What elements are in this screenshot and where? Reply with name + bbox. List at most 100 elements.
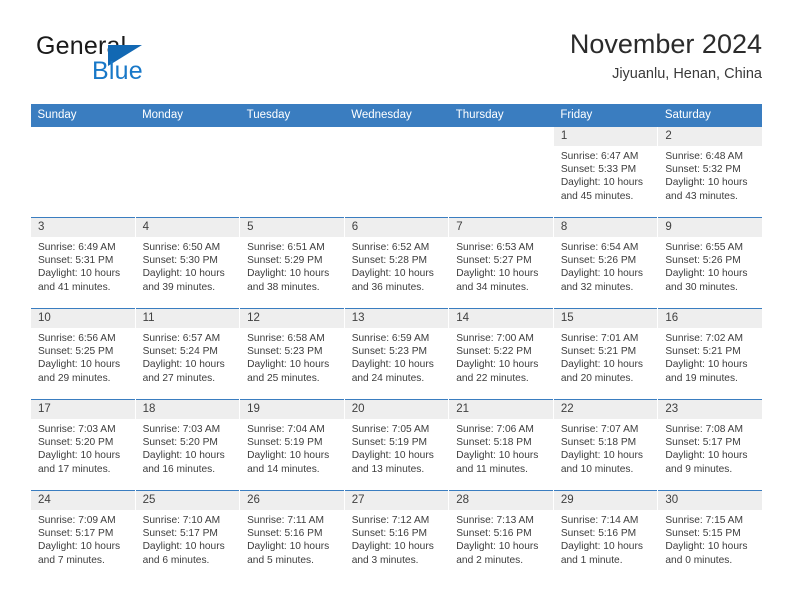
calendar-cell-day-9[interactable]: 9 Sunrise: 6:55 AM Sunset: 5:26 PM Daylight…: [657, 217, 763, 309]
day-details: Sunrise: 6:53 AM Sunset: 5:27 PM Daylight:…: [449, 237, 553, 294]
sunrise-text: Sunrise: 7:13 AM: [456, 515, 534, 526]
calendar-cell-day-12[interactable]: 12 Sunrise: 6:58 AM Sunset: 5:23 PM Dayligh…: [239, 308, 345, 400]
daylight-text: Daylight: 10 hours and 9 minutes.: [665, 450, 748, 475]
calendar-cell-day-3[interactable]: 3 Sunrise: 6:49 AM Sunset: 5:31 PM Daylight…: [30, 217, 136, 309]
day-number: 30: [658, 491, 763, 510]
day-details: Sunrise: 6:48 AM Sunset: 5:32 PM Daylight:…: [658, 146, 762, 203]
calendar-cell-day-11[interactable]: 11 Sunrise: 6:57 AM Sunset: 5:24 PM Dayligh…: [134, 308, 240, 400]
day-details: Sunrise: 7:06 AM Sunset: 5:18 PM Daylight:…: [449, 419, 553, 476]
calendar-cell-day-29[interactable]: 29 Sunrise: 7:14 AM Sunset: 5:16 PM Dayligh…: [552, 490, 658, 581]
day-details: Sunrise: 7:11 AM Sunset: 5:16 PM Daylight:…: [240, 510, 344, 567]
calendar-cell-day-24[interactable]: 24 Sunrise: 7:09 AM Sunset: 5:17 PM Dayligh…: [30, 490, 136, 581]
calendar-cell-day-17[interactable]: 17 Sunrise: 7:03 AM Sunset: 5:20 PM Dayligh…: [30, 399, 136, 491]
calendar-cell-day-4[interactable]: 4 Sunrise: 6:50 AM Sunset: 5:30 PM Daylight…: [134, 217, 240, 309]
day-details: Sunrise: 7:14 AM Sunset: 5:16 PM Daylight:…: [554, 510, 658, 567]
day-number: 20: [344, 400, 449, 419]
day-number: 9: [658, 218, 763, 237]
calendar-cell-day-14[interactable]: 14 Sunrise: 7:00 AM Sunset: 5:22 PM Dayligh…: [448, 308, 554, 400]
sunset-text: Sunset: 5:28 PM: [351, 255, 428, 267]
day-details: Sunrise: 6:59 AM Sunset: 5:23 PM Daylight:…: [345, 328, 449, 385]
calendar-cell-day-18[interactable]: 18 Sunrise: 7:03 AM Sunset: 5:20 PM Dayligh…: [134, 399, 240, 491]
sunrise-text: Sunrise: 6:58 AM: [247, 333, 325, 344]
general-blue-logo[interactable]: General Blue: [30, 32, 260, 90]
daylight-text: Daylight: 10 hours and 41 minutes.: [38, 268, 121, 293]
day-number: 10: [31, 309, 135, 328]
day-details: Sunrise: 6:47 AM Sunset: 5:33 PM Daylight:…: [554, 146, 658, 203]
calendar-cell-day-21[interactable]: 21 Sunrise: 7:06 AM Sunset: 5:18 PM Dayligh…: [448, 399, 554, 491]
day-details: Sunrise: 6:58 AM Sunset: 5:23 PM Daylight:…: [240, 328, 344, 385]
sunrise-text: Sunrise: 7:01 AM: [560, 333, 639, 344]
sunset-text: Sunset: 5:29 PM: [247, 255, 323, 267]
calendar-cell-day-27[interactable]: 27 Sunrise: 7:12 AM Sunset: 5:16 PM Dayligh…: [343, 490, 449, 581]
calendar-cell-day-20[interactable]: 20 Sunrise: 7:05 AM Sunset: 5:19 PM Dayligh…: [343, 399, 449, 491]
sunrise-text: Sunrise: 6:48 AM: [665, 151, 743, 162]
day-details: Sunrise: 6:54 AM Sunset: 5:26 PM Daylight:…: [554, 237, 658, 294]
calendar-cell-day-1[interactable]: 1 Sunrise: 6:47 AM Sunset: 5:33 PM Daylight…: [552, 126, 658, 218]
weekday-header-friday: Friday: [553, 104, 658, 127]
sunrise-text: Sunrise: 7:06 AM: [456, 424, 534, 435]
sunset-text: Sunset: 5:19 PM: [351, 437, 428, 449]
calendar-cell-day-16[interactable]: 16 Sunrise: 7:02 AM Sunset: 5:21 PM Dayligh…: [657, 308, 763, 400]
daylight-text: Daylight: 10 hours and 45 minutes.: [560, 177, 643, 202]
calendar-cell-day-23[interactable]: 23 Sunrise: 7:08 AM Sunset: 5:17 PM Dayligh…: [657, 399, 763, 491]
day-number: 1: [553, 127, 658, 146]
day-details: Sunrise: 7:13 AM Sunset: 5:16 PM Daylight:…: [449, 510, 553, 567]
calendar-cell-day-22[interactable]: 22 Sunrise: 7:07 AM Sunset: 5:18 PM Dayligh…: [552, 399, 658, 491]
weekday-header-sunday: Sunday: [30, 104, 136, 127]
sunset-text: Sunset: 5:22 PM: [456, 346, 532, 358]
week-row: 17 Sunrise: 7:03 AM Sunset: 5:20 PM Dayligh…: [30, 399, 763, 491]
day-number: 14: [449, 309, 553, 328]
calendar-cell-day-26[interactable]: 26 Sunrise: 7:11 AM Sunset: 5:16 PM Dayligh…: [239, 490, 345, 581]
day-details: Sunrise: 7:04 AM Sunset: 5:19 PM Daylight:…: [240, 419, 344, 476]
calendar-cell-day-7[interactable]: 7 Sunrise: 6:53 AM Sunset: 5:27 PM Daylight…: [448, 217, 554, 309]
sunset-text: Sunset: 5:15 PM: [665, 528, 741, 540]
weekday-header-monday: Monday: [135, 104, 240, 127]
sunrise-text: Sunrise: 6:57 AM: [142, 333, 221, 344]
calendar-cell-day-10[interactable]: 10 Sunrise: 6:56 AM Sunset: 5:25 PM Dayligh…: [30, 308, 136, 400]
sunrise-text: Sunrise: 6:50 AM: [142, 242, 221, 253]
calendar-table: Sunday Monday Tuesday Wednesday Thursday Frid…: [30, 104, 763, 581]
day-number: 25: [135, 491, 240, 510]
page-header: General Blue November 2024 Jiyuanlu, Hen…: [30, 28, 762, 96]
calendar-cell-day-28[interactable]: 28 Sunrise: 7:13 AM Sunset: 5:16 PM Dayligh…: [448, 490, 554, 581]
sunrise-text: Sunrise: 6:47 AM: [560, 151, 639, 162]
sunset-text: Sunset: 5:18 PM: [560, 437, 637, 449]
calendar-cell-day-8[interactable]: 8 Sunrise: 6:54 AM Sunset: 5:26 PM Daylight…: [552, 217, 658, 309]
day-number: 8: [553, 218, 658, 237]
day-details: Sunrise: 7:10 AM Sunset: 5:17 PM Daylight:…: [136, 510, 240, 567]
day-number: 23: [658, 400, 763, 419]
week-row: 10 Sunrise: 6:56 AM Sunset: 5:25 PM Dayligh…: [30, 308, 763, 400]
calendar-cell-day-13[interactable]: 13 Sunrise: 6:59 AM Sunset: 5:23 PM Dayligh…: [343, 308, 449, 400]
day-number: 17: [31, 400, 135, 419]
weekday-header-tuesday: Tuesday: [239, 104, 345, 127]
day-number: 29: [553, 491, 658, 510]
day-number: 5: [240, 218, 344, 237]
daylight-text: Daylight: 10 hours and 34 minutes.: [456, 268, 539, 293]
sunrise-text: Sunrise: 6:59 AM: [351, 333, 430, 344]
calendar-cell-empty: [30, 126, 136, 218]
calendar-cell-day-25[interactable]: 25 Sunrise: 7:10 AM Sunset: 5:17 PM Dayligh…: [134, 490, 240, 581]
sunrise-text: Sunrise: 6:56 AM: [38, 333, 116, 344]
daylight-text: Daylight: 10 hours and 29 minutes.: [38, 359, 121, 384]
weekday-header-wednesday: Wednesday: [344, 104, 449, 127]
day-number: 19: [240, 400, 344, 419]
calendar-cell-day-6[interactable]: 6 Sunrise: 6:52 AM Sunset: 5:28 PM Daylight…: [343, 217, 449, 309]
day-number: 28: [449, 491, 553, 510]
sunset-text: Sunset: 5:21 PM: [665, 346, 741, 358]
calendar-cell-day-2[interactable]: 2 Sunrise: 6:48 AM Sunset: 5:32 PM Daylight…: [657, 126, 763, 218]
calendar-cell-day-15[interactable]: 15 Sunrise: 7:01 AM Sunset: 5:21 PM Dayligh…: [552, 308, 658, 400]
daylight-text: Daylight: 10 hours and 24 minutes.: [351, 359, 434, 384]
week-row: 24 Sunrise: 7:09 AM Sunset: 5:17 PM Dayligh…: [30, 490, 763, 581]
day-number: 2: [658, 127, 763, 146]
week-row: 1 Sunrise: 6:47 AM Sunset: 5:33 PM Daylight…: [30, 126, 763, 218]
day-details: Sunrise: 7:03 AM Sunset: 5:20 PM Daylight:…: [136, 419, 240, 476]
daylight-text: Daylight: 10 hours and 20 minutes.: [560, 359, 643, 384]
day-number: 21: [449, 400, 553, 419]
calendar-cell-day-30[interactable]: 30 Sunrise: 7:15 AM Sunset: 5:15 PM Dayligh…: [657, 490, 763, 581]
sunset-text: Sunset: 5:16 PM: [560, 528, 637, 540]
sunrise-text: Sunrise: 6:49 AM: [38, 242, 116, 253]
calendar-cell-day-5[interactable]: 5 Sunrise: 6:51 AM Sunset: 5:29 PM Daylight…: [239, 217, 345, 309]
day-details: Sunrise: 6:57 AM Sunset: 5:24 PM Daylight:…: [136, 328, 240, 385]
calendar-cell-day-19[interactable]: 19 Sunrise: 7:04 AM Sunset: 5:19 PM Dayligh…: [239, 399, 345, 491]
calendar-page: General Blue November 2024 Jiyuanlu, Hen…: [0, 0, 792, 612]
